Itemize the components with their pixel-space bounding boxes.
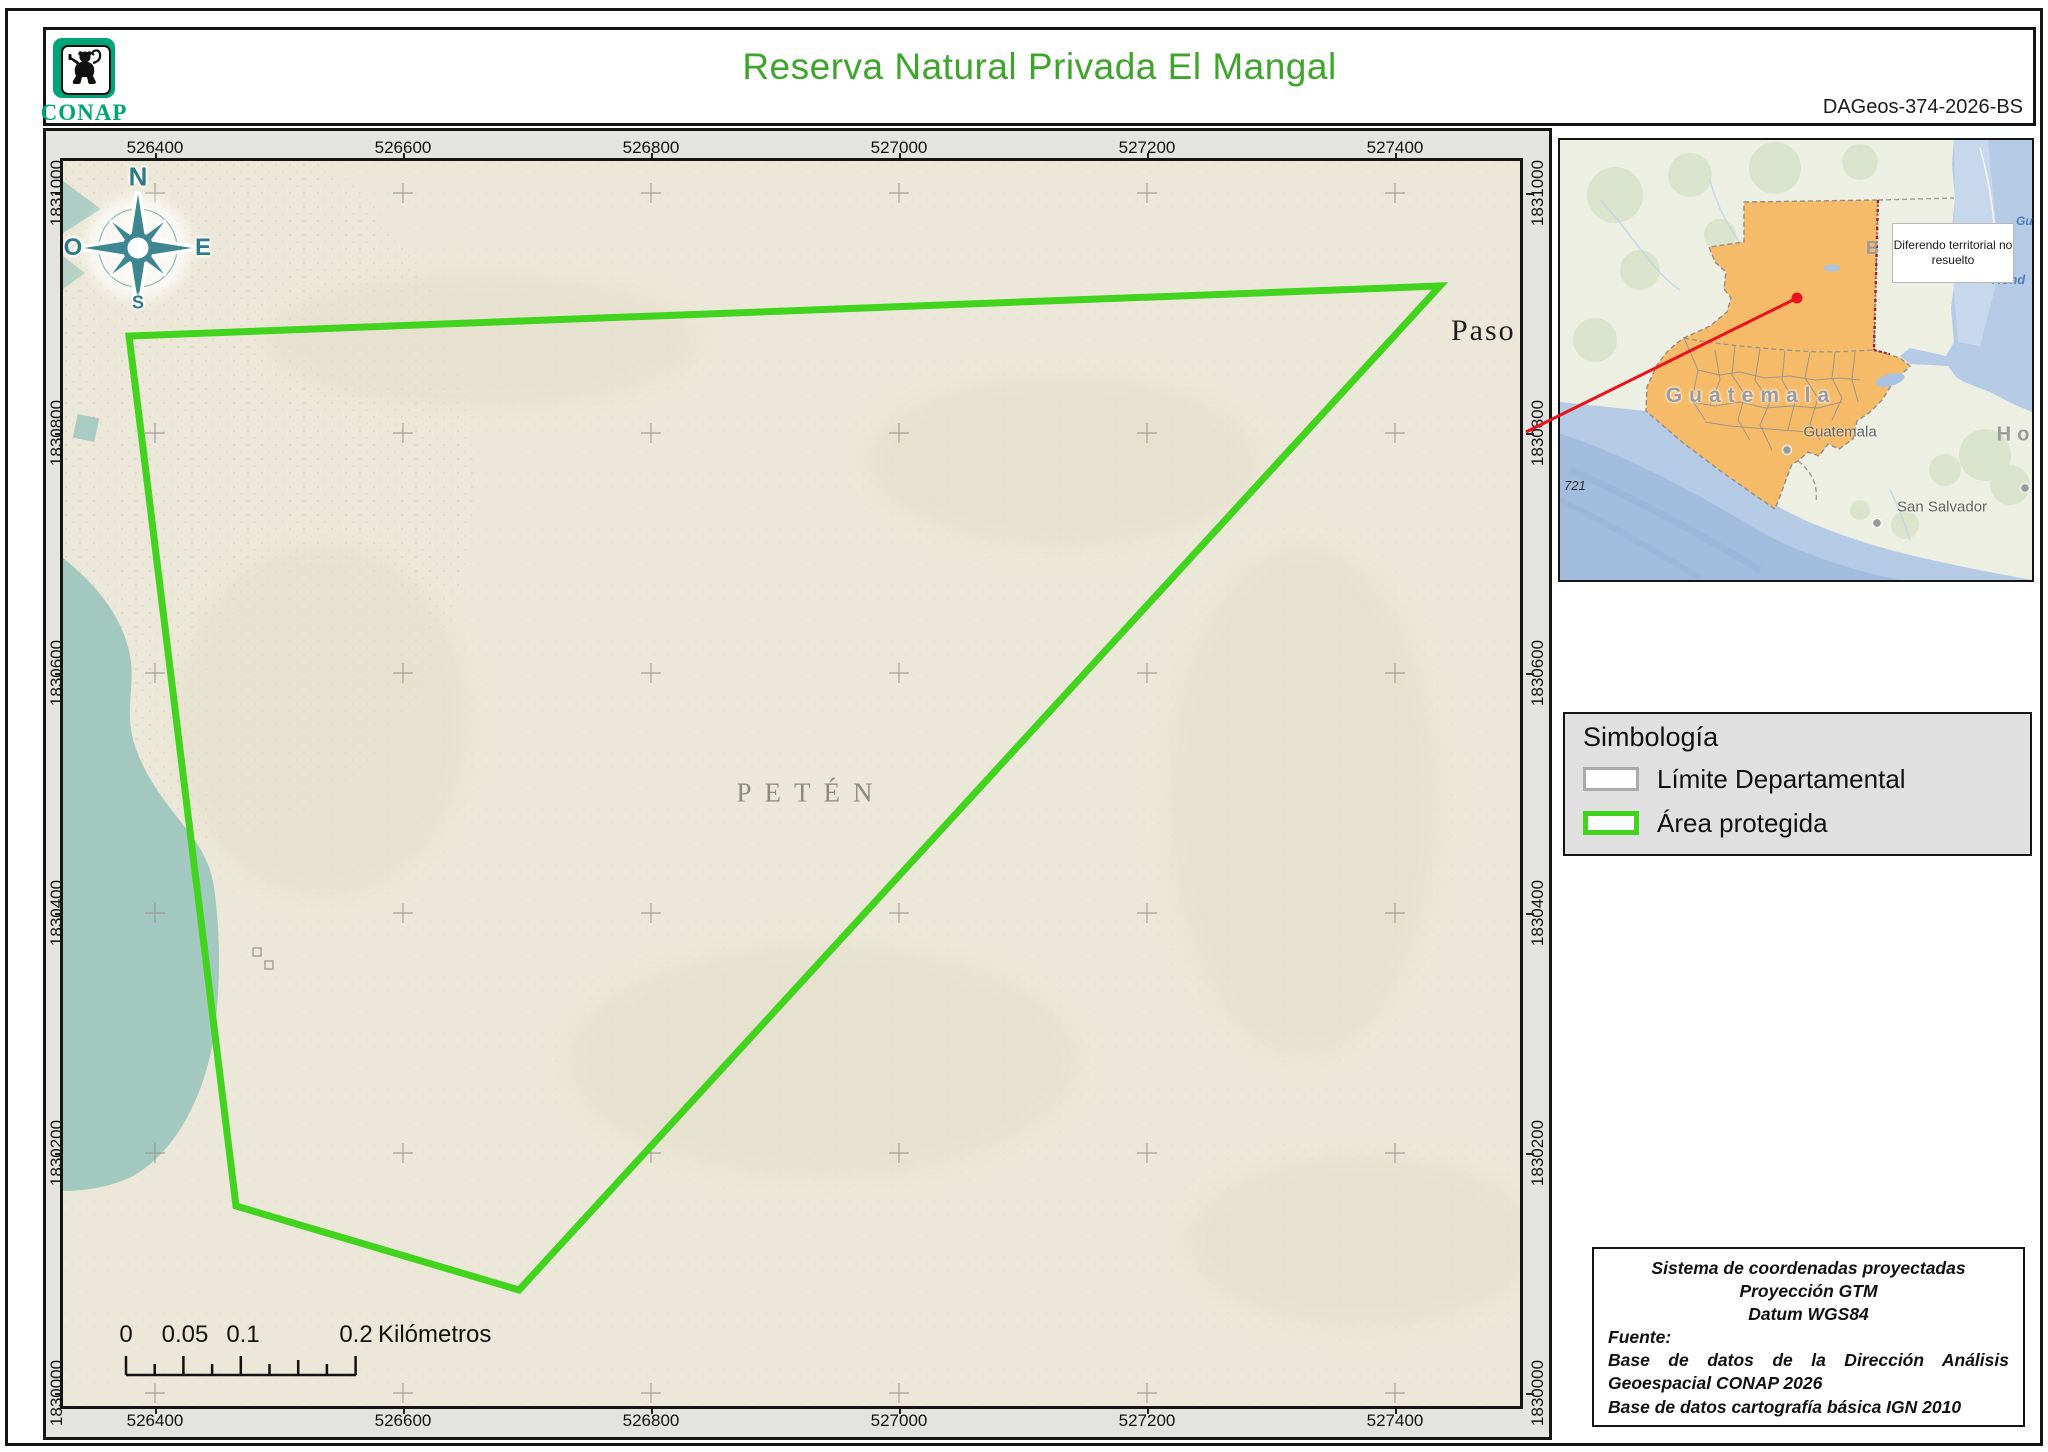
departmental-boundary-swatch [1583, 767, 1639, 791]
legend: Simbología Límite Departamental Área pro… [1563, 712, 2032, 856]
inset-lake [1824, 265, 1840, 272]
inset-honduras-label: Ho [1997, 424, 2036, 447]
compass-north-label: N [129, 162, 148, 193]
x-axis-label-bottom: 526800 [623, 1411, 680, 1431]
y-tick [1526, 1393, 1534, 1395]
crs-line: Sistema de coordenadas proyectadas [1608, 1257, 2009, 1280]
inset-belize-label: B [1866, 238, 1879, 259]
datum-line: Datum WGS84 [1608, 1303, 2009, 1326]
source-line-2: Base de datos cartografía básica IGN 201… [1608, 1396, 2009, 1419]
inset-city-label: Guatemala [1803, 424, 1876, 441]
projection-line: Proyección GTM [1608, 1280, 2009, 1303]
legend-item-departmental: Límite Departamental [1583, 764, 1906, 794]
x-axis-label-bottom: 527200 [1119, 1411, 1176, 1431]
map-area: N O E S PETÉN Paso 0 0.05 0.1 0.2 Kilóme… [60, 158, 1523, 1409]
source-info-box: Sistema de coordenadas proyectadas Proye… [1592, 1247, 2025, 1427]
fuente-label: Fuente: [1608, 1326, 2009, 1349]
y-tick [1526, 433, 1534, 435]
legend-item-protected: Área protegida [1583, 808, 1828, 838]
scalebar-label-02: 0.2 [339, 1321, 372, 1349]
legend-title: Simbología [1583, 722, 1718, 753]
territorial-dispute-note: Diferendo territorial no resuelto [1892, 223, 2014, 283]
department-label: PETÉN [737, 778, 886, 809]
legend-item-label: Límite Departamental [1657, 764, 1906, 795]
compass-east-label: E [195, 234, 211, 262]
x-axis-label-bottom: 527000 [871, 1411, 928, 1431]
monkey-icon [61, 45, 111, 95]
y-tick [1526, 673, 1534, 675]
inset-san-salvador-label: San Salvador [1897, 499, 1987, 516]
document-code: DAGeos-374-2026-BS [1823, 96, 2023, 119]
y-tick [1526, 193, 1534, 195]
map-document: Reserva Natural Privada El Mangal DAGeos… [0, 0, 2048, 1452]
x-axis-label-bottom: 526600 [375, 1411, 432, 1431]
map-frame: 5264005264005266005266005268005268005270… [43, 128, 1552, 1440]
scalebar-unit: Kilómetros [378, 1321, 491, 1349]
inset-sea-label-1: Gu [2016, 214, 2033, 228]
scalebar-label-0: 0 [119, 1321, 132, 1349]
scalebar-label-01: 0.1 [226, 1321, 259, 1349]
scalebar-label-005: 0.05 [162, 1321, 209, 1349]
inset-country-label: Guatemala [1666, 384, 1836, 408]
x-axis-label-bottom: 526400 [127, 1411, 184, 1431]
header: Reserva Natural Privada El Mangal DAGeos… [43, 27, 2036, 126]
protected-area-swatch [1583, 811, 1639, 835]
logo-square [53, 38, 115, 98]
y-tick [1526, 1153, 1534, 1155]
compass-west-label: O [64, 234, 83, 262]
page-title: Reserva Natural Privada El Mangal [46, 46, 2033, 88]
compass-south-label: S [132, 293, 144, 314]
legend-item-label: Área protegida [1657, 808, 1828, 839]
inset-depth-label: 721 [1564, 478, 1586, 493]
conap-logo: CONAP [28, 12, 138, 122]
source-line-1: Base de datos de la Dirección Análisis G… [1608, 1349, 2009, 1395]
place-label: Paso [1451, 314, 1516, 348]
logo-wordmark: CONAP [28, 100, 140, 126]
x-axis-label-bottom: 527400 [1367, 1411, 1424, 1431]
y-tick [1526, 913, 1534, 915]
